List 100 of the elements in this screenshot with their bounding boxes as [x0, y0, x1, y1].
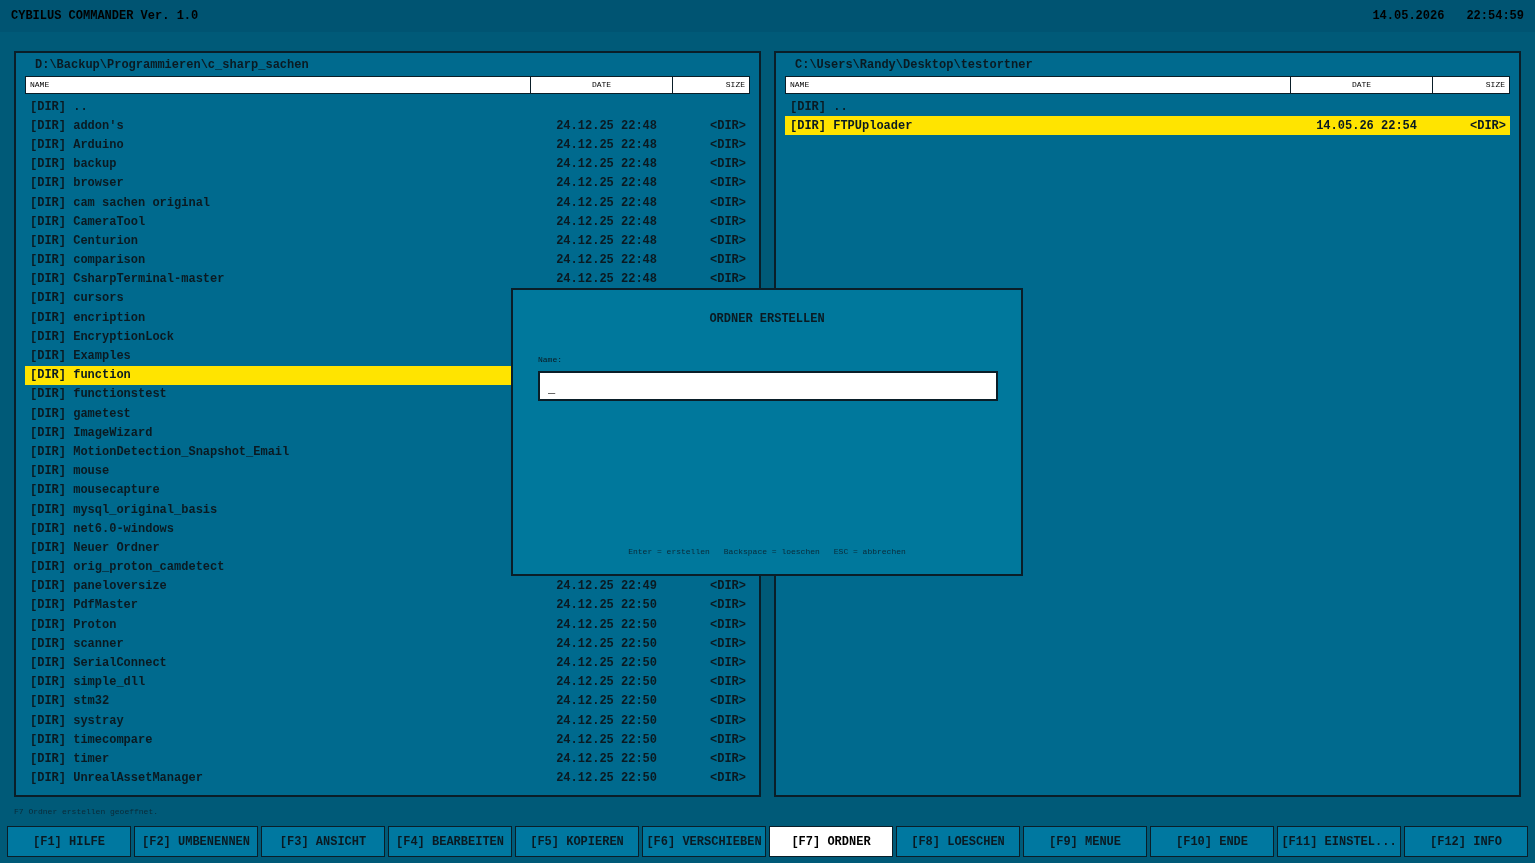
file-row[interactable]: [DIR] .. [785, 97, 1510, 117]
file-name: [DIR] mouse [29, 463, 111, 481]
column-heading[interactable]: SIZE [673, 77, 749, 93]
file-name: [DIR] PdfMaster [29, 597, 140, 615]
file-name: [DIR] UnrealAssetManager [29, 770, 204, 788]
function-key-button[interactable]: [F10] ENDE [1150, 826, 1274, 857]
file-name: [DIR] scanner [29, 635, 125, 653]
function-key-button[interactable]: [F7] ORDNER [769, 826, 893, 857]
file-name: [DIR] cam sachen original [29, 194, 212, 212]
file-name: [DIR] CsharpTerminal-master [29, 271, 226, 289]
file-name: [DIR] CameraTool [29, 213, 147, 231]
file-name: [DIR] browser [29, 175, 125, 193]
file-row[interactable]: [DIR] CameraTool 24.12.25 22:48 <DIR> [25, 212, 750, 232]
key-hint: Backspace = loeschen [723, 546, 820, 558]
field-label: Name: [538, 354, 562, 366]
file-name: [DIR] functionstest [29, 386, 168, 404]
column-heading[interactable]: NAME [26, 77, 531, 93]
function-key-button[interactable]: [F3] ANSICHT [261, 826, 385, 857]
function-key-button[interactable]: [F1] HILFE [7, 826, 131, 857]
function-key-button[interactable]: [F9] MENUE [1023, 826, 1147, 857]
key-hint: ESC = abbrechen [833, 546, 906, 558]
file-row[interactable]: [DIR] backup 24.12.25 22:48 <DIR> [25, 154, 750, 174]
function-key-button[interactable]: [F4] BEARBEITEN [388, 826, 512, 857]
column-heading[interactable]: DATE [531, 77, 673, 93]
name-input-field[interactable]: _ [538, 371, 998, 401]
file-name: [DIR] backup [29, 156, 118, 174]
file-size: <DIR> [710, 214, 746, 229]
file-date: 24.12.25 22:50 [556, 636, 657, 651]
file-size: <DIR> [710, 195, 746, 210]
file-row[interactable]: [DIR] timer 24.12.25 22:50 <DIR> [25, 749, 750, 769]
file-name: [DIR] addon's [29, 117, 125, 135]
column-heading[interactable]: NAME [786, 77, 1291, 93]
file-name: [DIR] SerialConnect [29, 655, 168, 673]
file-date: 24.12.25 22:50 [556, 598, 657, 613]
function-key-button[interactable]: [F12] INFO [1404, 826, 1528, 857]
file-name: [DIR] simple_dll [29, 674, 147, 692]
file-row[interactable]: [DIR] FTPUploader 14.05.26 22:54 <DIR> [785, 116, 1510, 136]
column-heading[interactable]: DATE [1291, 77, 1433, 93]
file-name: [DIR] FTPUploader [789, 117, 914, 135]
file-row[interactable]: [DIR] SerialConnect 24.12.25 22:50 <DIR> [25, 653, 750, 673]
column-heading[interactable]: SIZE [1433, 77, 1509, 93]
file-size: <DIR> [710, 771, 746, 786]
file-name: [DIR] ImageWizard [29, 424, 154, 442]
file-name: [DIR] timer [29, 750, 111, 768]
function-key-button[interactable]: [F2] UMBENENNEN [134, 826, 258, 857]
file-name: [DIR] mousecapture [29, 482, 161, 500]
file-row[interactable]: [DIR] timecompare 24.12.25 22:50 <DIR> [25, 730, 750, 750]
file-name: [DIR] systray [29, 712, 125, 730]
file-row[interactable]: [DIR] addon's 24.12.25 22:48 <DIR> [25, 116, 750, 136]
file-date: 24.12.25 22:48 [556, 157, 657, 172]
file-date: 24.12.25 22:48 [556, 118, 657, 133]
file-row[interactable]: [DIR] browser 24.12.25 22:48 <DIR> [25, 173, 750, 193]
file-row[interactable]: [DIR] .. [25, 97, 750, 117]
file-date: 24.12.25 22:50 [556, 617, 657, 632]
clock-text: 22:54:59 [1466, 8, 1524, 25]
file-size: <DIR> [710, 176, 746, 191]
file-row[interactable]: [DIR] scanner 24.12.25 22:50 <DIR> [25, 634, 750, 654]
file-name: [DIR] cursors [29, 290, 125, 308]
file-row[interactable]: [DIR] systray 24.12.25 22:50 <DIR> [25, 711, 750, 731]
file-row[interactable]: [DIR] comparison 24.12.25 22:48 <DIR> [25, 250, 750, 270]
file-name: [DIR] EncryptionLock [29, 328, 176, 346]
file-size: <DIR> [710, 713, 746, 728]
file-name: [DIR] .. [29, 98, 89, 116]
file-row[interactable]: [DIR] Arduino 24.12.25 22:48 <DIR> [25, 135, 750, 155]
file-row[interactable]: [DIR] PdfMaster 24.12.25 22:50 <DIR> [25, 595, 750, 616]
file-size: <DIR> [710, 272, 746, 287]
date-text: 14.05.2026 [1372, 8, 1445, 25]
file-size: <DIR> [710, 694, 746, 709]
panel-path: C:\Users\Randy\Desktop\testortner [795, 56, 1033, 74]
file-row[interactable]: [DIR] CsharpTerminal-master 24.12.25 22:48 <DIR> [25, 269, 750, 289]
file-row[interactable]: [DIR] Proton 24.12.25 22:50 <DIR> [25, 615, 750, 635]
file-name: [DIR] mysql_original_basis [29, 501, 219, 519]
file-size: <DIR> [710, 579, 746, 594]
file-row[interactable]: [DIR] simple_dll 24.12.25 22:50 <DIR> [25, 672, 750, 692]
file-row[interactable]: [DIR] UnrealAssetManager 24.12.25 22:50 <DIR> [25, 768, 750, 788]
file-name: [DIR] stm32 [29, 693, 111, 711]
file-date: 24.12.25 22:50 [556, 656, 657, 671]
file-row[interactable]: [DIR] cam sachen original 24.12.25 22:48 <DIR> [25, 192, 750, 213]
file-row[interactable]: [DIR] Centurion 24.12.25 22:48 <DIR> [25, 231, 750, 251]
app-title: CYBILUS COMMANDER Ver. 1.0 [11, 8, 199, 25]
function-key-button[interactable]: [F11] EINSTEL... [1277, 826, 1401, 857]
file-name: [DIR] function [29, 367, 132, 385]
file-size: <DIR> [710, 157, 746, 172]
file-date: 24.12.25 22:48 [556, 253, 657, 268]
function-key-button[interactable]: [F6] VERSCHIEBEN [642, 826, 766, 857]
file-size: <DIR> [710, 675, 746, 690]
file-name: [DIR] MotionDetection_Snapshot_Email [29, 443, 291, 461]
file-name: [DIR] timecompare [29, 731, 154, 749]
file-date: 24.12.25 22:50 [556, 732, 657, 747]
function-key-button[interactable]: [F5] KOPIEREN [515, 826, 639, 857]
file-name: [DIR] Centurion [29, 232, 140, 250]
file-row[interactable]: [DIR] paneloversize 24.12.25 22:49 <DIR> [25, 576, 750, 596]
file-row[interactable]: [DIR] stm32 24.12.25 22:50 <DIR> [25, 691, 750, 711]
file-size: <DIR> [710, 656, 746, 671]
file-name: [DIR] paneloversize [29, 578, 168, 596]
file-size: <DIR> [710, 617, 746, 632]
file-name: [DIR] .. [789, 98, 849, 116]
function-key-button[interactable]: [F8] LOESCHEN [896, 826, 1020, 857]
file-name: [DIR] comparison [29, 252, 147, 270]
file-date: 24.12.25 22:49 [556, 579, 657, 594]
